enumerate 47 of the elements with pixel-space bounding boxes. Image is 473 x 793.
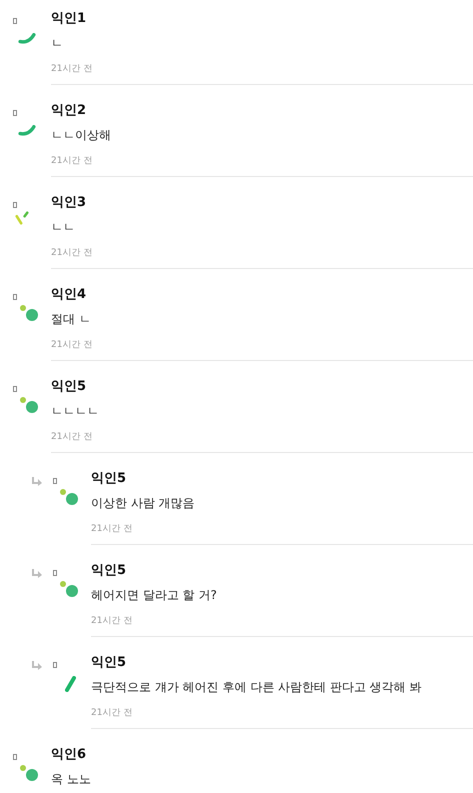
comment-text: 절대 ㄴ (51, 311, 91, 328)
avatar-icon (20, 397, 38, 414)
author-name: 익인6 (51, 746, 86, 764)
broken-image-icon (53, 662, 57, 668)
comment-time: 21시간 전 (51, 155, 92, 168)
author-name: 익인5 (91, 562, 126, 580)
avatar-icon (60, 581, 78, 598)
avatar-icon (18, 33, 36, 45)
broken-image-icon (13, 386, 17, 392)
author-name: 익인3 (51, 194, 86, 212)
comment-time: 21시간 전 (91, 523, 132, 536)
author-name: 익인5 (91, 654, 126, 672)
comment-time: 21시간 전 (91, 707, 132, 720)
author-name: 익인5 (51, 378, 86, 396)
avatar-icon (18, 125, 36, 137)
reply-arrow-icon (32, 477, 42, 486)
reply-arrow-icon (32, 661, 42, 670)
avatar-icon (15, 211, 29, 225)
comment-time: 21시간 전 (51, 431, 92, 444)
broken-image-icon (13, 754, 17, 760)
comment-time: 21시간 전 (51, 247, 92, 260)
comment-text: ㄴㄴㄴㄴ (51, 403, 99, 420)
comment-time: 21시간 전 (51, 339, 92, 352)
broken-image-icon (53, 570, 57, 576)
comment-text: ㄴ (51, 35, 63, 52)
author-name: 익인2 (51, 102, 86, 120)
comment-text: 이상한 사람 개많음 (91, 495, 195, 512)
comment-time: 21시간 전 (51, 63, 92, 76)
comment-text: 옥 노노 (51, 771, 91, 788)
author-name: 익인1 (51, 10, 86, 28)
author-name: 익인4 (51, 286, 86, 304)
avatar-icon (20, 765, 38, 782)
broken-image-icon (13, 202, 17, 208)
broken-image-icon (13, 110, 17, 116)
author-name: 익인5 (91, 470, 126, 488)
comment-text: 극단적으로 걔가 헤어진 후에 다른 사람한테 판다고 생각해 봐 (91, 679, 422, 696)
avatar-icon (60, 489, 78, 506)
broken-image-icon (13, 18, 17, 24)
comment-text: ㄴㄴ이상해 (51, 127, 111, 144)
comment-time: 21시간 전 (91, 615, 132, 628)
comment-text: ㄴㄴ (51, 219, 75, 236)
avatar-icon (65, 676, 76, 692)
avatar-icon (20, 305, 38, 322)
broken-image-icon (53, 478, 57, 484)
reply-arrow-icon (32, 569, 42, 578)
broken-image-icon (13, 294, 17, 300)
comment-text: 헤어지면 달라고 할 거? (91, 587, 217, 604)
